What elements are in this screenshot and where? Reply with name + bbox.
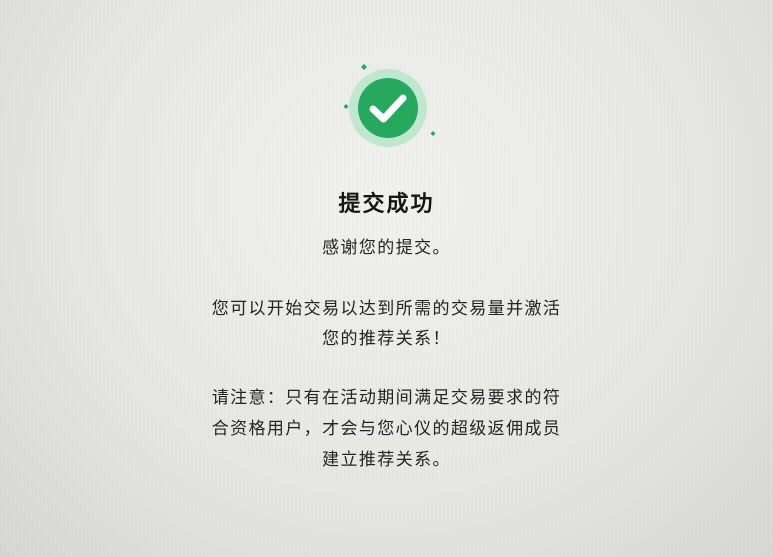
- page-title: 提交成功: [338, 192, 435, 217]
- message-line-2: 您的推荐关系！: [322, 329, 451, 349]
- submission-success-page: 提交成功 感谢您的提交。 您可以开始交易以达到所需的交易量并激活 您的推荐关系！…: [0, 0, 773, 557]
- notice-line-1: 请注意：只有在活动期间满足交易要求的符: [211, 388, 562, 408]
- notice-line-3: 建立推荐关系。: [322, 450, 451, 470]
- notice-line-2: 合资格用户，才会与您心仪的超级返佣成员: [211, 419, 562, 439]
- message-line-1: 您可以开始交易以达到所需的交易量并激活: [211, 299, 562, 319]
- check-circle-icon: [338, 58, 438, 158]
- thanks-text: 感谢您的提交。: [322, 238, 451, 258]
